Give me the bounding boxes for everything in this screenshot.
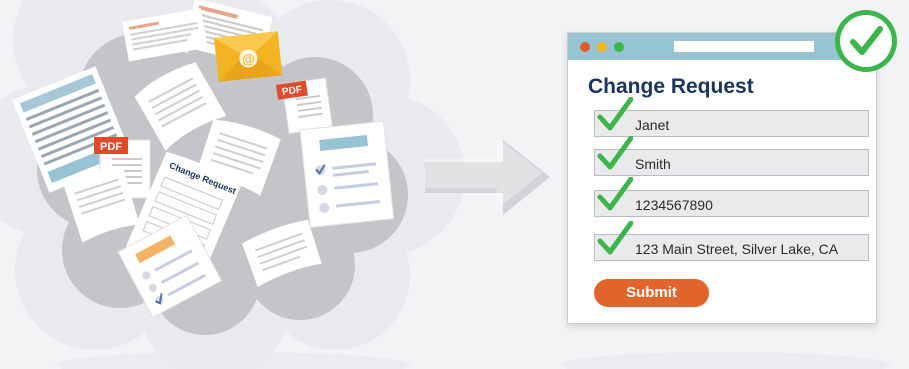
last-name-field[interactable]: Smith [594,136,869,176]
shadow-right [560,352,890,369]
address-bar[interactable] [674,41,814,52]
check-mark-icon [597,136,633,170]
check-mark-icon [597,221,633,255]
window-maximize-dot[interactable] [614,42,624,52]
arrow-right-icon [425,140,550,215]
first-name-value: Janet [635,117,670,133]
submit-button[interactable]: Submit [594,279,709,307]
phone-field[interactable]: 1234567890 [594,177,869,217]
pdf-label: PDF [100,141,122,153]
form-title: Change Request [588,75,754,98]
first-name-field[interactable]: Janet [594,97,869,137]
address-field[interactable]: 123 Main Street, Silver Lake, CA [594,221,869,261]
window-close-dot[interactable] [580,42,590,52]
email-envelope-icon: @ [214,31,283,82]
last-name-value: Smith [635,156,671,172]
phone-value: 1234567890 [635,197,713,213]
digital-form-window: Change Request Janet Smith 1234567890 12… [567,32,877,324]
check-badge-icon [835,10,897,72]
window-titlebar [568,33,876,60]
address-value: 123 Main Street, Silver Lake, CA [635,241,839,257]
check-mark-icon [597,177,633,211]
check-mark-icon [597,97,633,131]
window-minimize-dot[interactable] [597,42,607,52]
checklist-document [299,120,395,229]
email-at-symbol: @ [241,51,255,67]
